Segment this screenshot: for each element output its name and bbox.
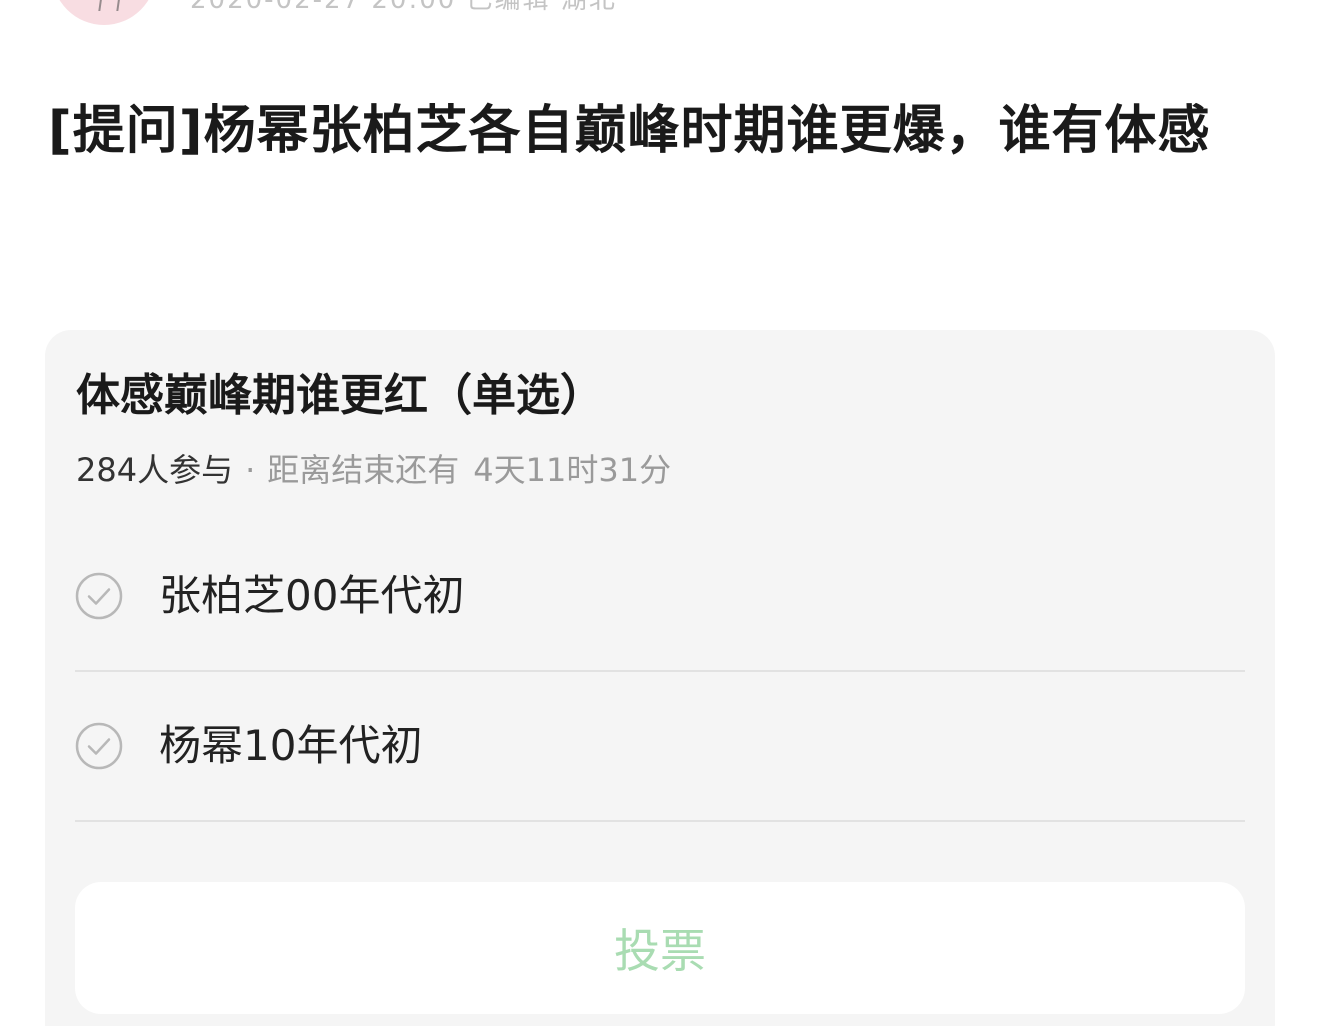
poll-option-2[interactable]: 杨幂10年代初	[75, 672, 1245, 822]
post-meta-row: 2020-02-27 20:00 已编辑 湖北	[52, 0, 617, 25]
poll-card: 体感巅峰期谁更红（单选） 284人参与 · 距离结束还有 4天11时31分 张柏…	[45, 330, 1275, 1026]
avatar[interactable]	[52, 0, 156, 25]
deadline-countdown: 4天11时31分	[473, 451, 672, 489]
poll-option-label: 杨幂10年代初	[159, 721, 423, 770]
poll-post-page: 2020-02-27 20:00 已编辑 湖北 [提问]杨幂张柏芝各自巅峰时期谁…	[0, 0, 1320, 1026]
participant-count: 284人参与	[76, 451, 234, 489]
post-title: [提问]杨幂张柏芝各自巅峰时期谁更爆，谁有体感	[48, 101, 1211, 161]
poll-stats: 284人参与 · 距离结束还有 4天11时31分	[76, 448, 671, 492]
vote-button[interactable]: 投票	[75, 882, 1245, 1014]
post-meta-text: 2020-02-27 20:00 已编辑 湖北	[190, 0, 617, 16]
deadline-label: 距离结束还有	[267, 451, 460, 489]
stats-separator: ·	[245, 451, 256, 489]
check-circle-icon[interactable]	[75, 722, 123, 770]
poll-option-label: 张柏芝00年代初	[159, 571, 465, 620]
poll-title: 体感巅峰期谁更红（单选）	[76, 370, 604, 421]
check-circle-icon[interactable]	[75, 572, 123, 620]
poll-option-1[interactable]: 张柏芝00年代初	[75, 522, 1245, 672]
